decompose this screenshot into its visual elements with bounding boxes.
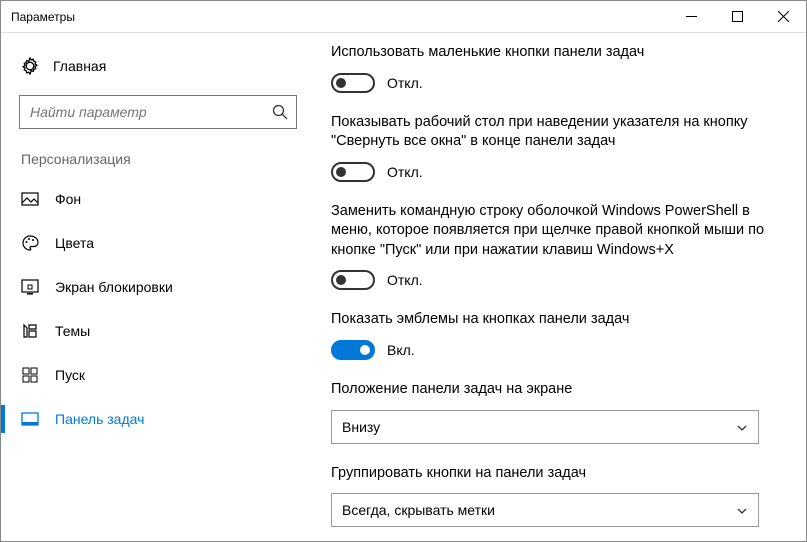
lockscreen-icon <box>21 278 39 296</box>
home-label: Главная <box>53 58 106 74</box>
home-button[interactable]: Главная <box>1 47 321 85</box>
toggle-switch[interactable] <box>331 340 375 360</box>
titlebar: Параметры <box>1 1 806 33</box>
close-button[interactable] <box>760 1 806 32</box>
dropdown-value: Внизу <box>342 419 380 435</box>
setting-row: Показать эмблемы на кнопках панели задач… <box>331 310 788 360</box>
sidebar-item-label: Экран блокировки <box>55 279 173 295</box>
toggle-state-text: Откл. <box>387 272 423 288</box>
window-title: Параметры <box>1 10 668 24</box>
dropdown-select[interactable]: Внизу <box>331 410 759 444</box>
sidebar-item-label: Панель задач <box>55 411 144 427</box>
sidebar-item-start[interactable]: Пуск <box>1 353 321 397</box>
sidebar-item-label: Темы <box>55 323 90 339</box>
search-icon <box>272 104 288 120</box>
search-input[interactable] <box>20 96 296 128</box>
toggle-switch[interactable] <box>331 73 375 93</box>
sidebar-item-colors[interactable]: Цвета <box>1 221 321 265</box>
dropdown-label: Положение панели задач на экране <box>331 380 788 400</box>
palette-icon <box>21 234 39 252</box>
toggle-switch[interactable] <box>331 270 375 290</box>
sidebar: Главная Персонализация Фон Цвета <box>1 33 321 541</box>
sidebar-item-label: Цвета <box>55 235 94 251</box>
toggle-state-text: Вкл. <box>387 342 415 358</box>
toggle-state-text: Откл. <box>387 75 423 91</box>
content-area: Использовать маленькие кнопки панели зад… <box>321 33 806 541</box>
sidebar-item-taskbar[interactable]: Панель задач <box>1 397 321 441</box>
setting-label: Показать эмблемы на кнопках панели задач <box>331 310 788 330</box>
themes-icon <box>21 322 39 340</box>
toggle-switch[interactable] <box>331 162 375 182</box>
chevron-down-icon <box>736 421 748 433</box>
setting-label: Показывать рабочий стол при наведении ук… <box>331 113 788 152</box>
setting-row: Показывать рабочий стол при наведении ук… <box>331 113 788 182</box>
section-title: Персонализация <box>1 145 321 177</box>
setting-row: Использовать маленькие кнопки панели зад… <box>331 43 788 93</box>
chevron-down-icon <box>736 504 748 516</box>
minimize-button[interactable] <box>668 1 714 32</box>
sidebar-item-lockscreen[interactable]: Экран блокировки <box>1 265 321 309</box>
dropdown-row: Положение панели задач на экране Внизу <box>331 380 788 444</box>
gear-icon <box>21 57 39 75</box>
sidebar-item-label: Фон <box>55 191 81 207</box>
dropdown-value: Всегда, скрывать метки <box>342 502 495 518</box>
picture-icon <box>21 190 39 208</box>
setting-row: Заменить командную строку оболочкой Wind… <box>331 202 788 291</box>
sidebar-item-themes[interactable]: Темы <box>1 309 321 353</box>
dropdown-select[interactable]: Всегда, скрывать метки <box>331 493 759 527</box>
setting-label: Заменить командную строку оболочкой Wind… <box>331 202 788 261</box>
maximize-button[interactable] <box>714 1 760 32</box>
search-field[interactable] <box>19 95 297 129</box>
toggle-state-text: Откл. <box>387 164 423 180</box>
dropdown-label: Группировать кнопки на панели задач <box>331 464 788 484</box>
taskbar-icon <box>21 410 39 428</box>
setting-label: Использовать маленькие кнопки панели зад… <box>331 43 788 63</box>
dropdown-row: Группировать кнопки на панели задач Всегд… <box>331 464 788 528</box>
sidebar-item-background[interactable]: Фон <box>1 177 321 221</box>
sidebar-item-label: Пуск <box>55 367 85 383</box>
start-icon <box>21 366 39 384</box>
